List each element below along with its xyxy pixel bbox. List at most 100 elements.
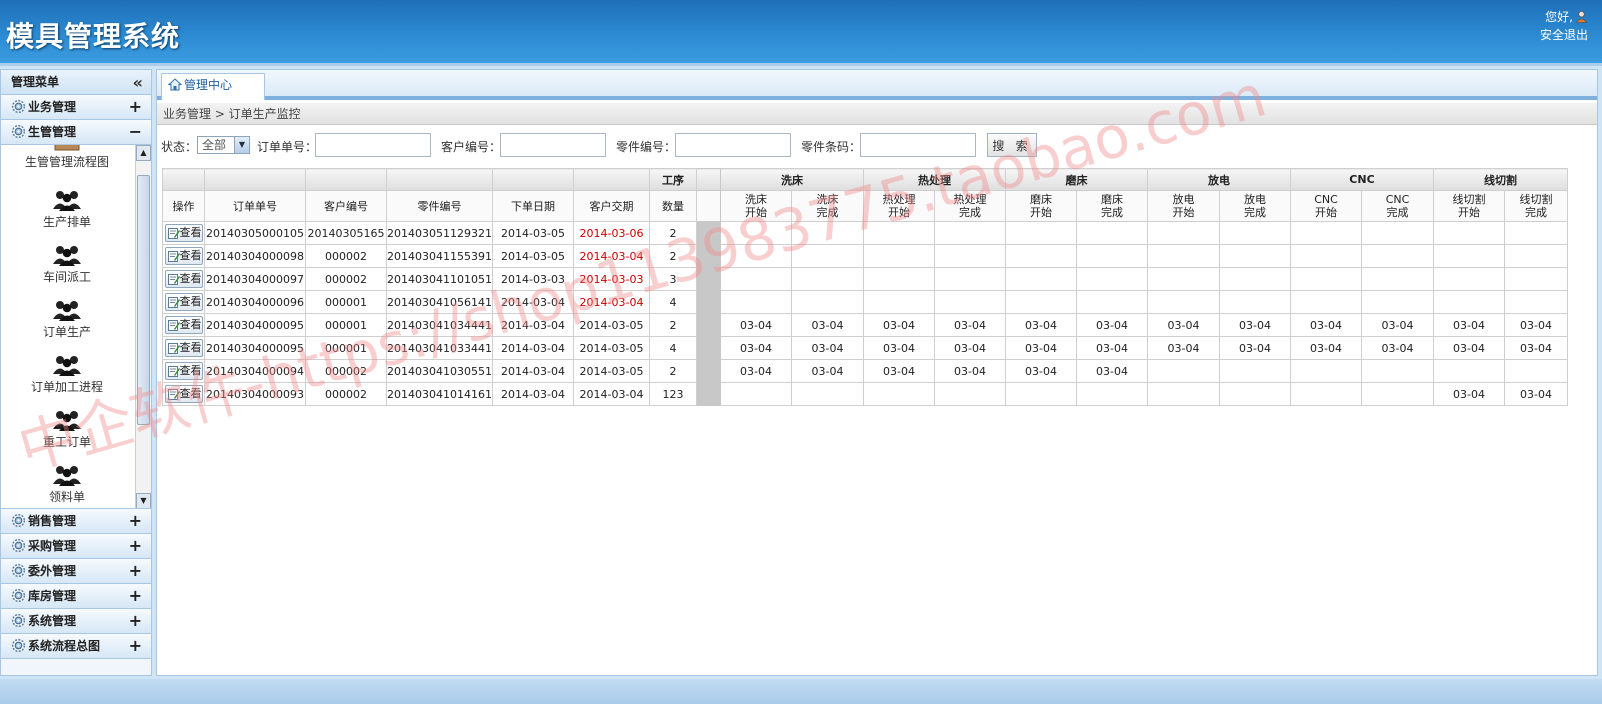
customer-no-cell: 000001 bbox=[305, 336, 387, 360]
expand-toggle-icon[interactable]: + bbox=[129, 534, 142, 558]
step-date-cell: 03-04 bbox=[1503, 382, 1568, 406]
step-column-header: 线切割 开始 bbox=[1432, 190, 1505, 222]
search-button[interactable]: 搜 索 bbox=[987, 133, 1037, 157]
customer-no-input[interactable] bbox=[500, 133, 606, 157]
step-date-cell bbox=[933, 244, 1006, 268]
expand-toggle-icon[interactable]: + bbox=[129, 634, 142, 658]
step-name: 线切割 bbox=[1452, 193, 1486, 206]
step-date-cell: 03-04 bbox=[719, 313, 792, 337]
table-row: 查看 20140304000095 000001 201403041033441 201… bbox=[162, 336, 1568, 360]
view-button-label: 查看 bbox=[179, 387, 202, 400]
part-no-cell: 201403041101051 bbox=[386, 267, 493, 291]
column-separator bbox=[695, 168, 721, 191]
sidebar-group[interactable]: 系统流程总图 + bbox=[1, 634, 151, 659]
sidebar-group[interactable]: 委外管理 + bbox=[1, 559, 151, 584]
expand-toggle-icon[interactable]: − bbox=[129, 120, 142, 144]
step-date-cell bbox=[1004, 382, 1077, 406]
step-date-cell: 03-04 bbox=[1289, 313, 1362, 337]
step-date-cell bbox=[933, 290, 1006, 314]
header-blank bbox=[572, 168, 650, 191]
step-date-cell bbox=[1503, 244, 1568, 268]
sidebar-subitem-label: 领料单 bbox=[48, 490, 85, 504]
scroll-down-icon[interactable]: ▼ bbox=[136, 493, 151, 508]
expand-toggle-icon[interactable]: + bbox=[129, 559, 142, 583]
sidebar-group[interactable]: 生管管理 − bbox=[1, 120, 151, 145]
step-date-cell bbox=[1503, 221, 1568, 245]
order-no-cell: 20140304000094 bbox=[204, 359, 306, 383]
sidebar-subitem-label: 重工订单 bbox=[42, 435, 91, 449]
sidebar-group[interactable]: 采购管理 + bbox=[1, 534, 151, 559]
step-column-header: CNC 开始 bbox=[1289, 190, 1362, 222]
customer-no-cell: 20140305165 bbox=[305, 221, 387, 245]
users-icon bbox=[53, 246, 81, 266]
view-button[interactable]: 查看 bbox=[164, 362, 203, 380]
step-date-cell: 03-04 bbox=[1432, 313, 1505, 337]
view-button[interactable]: 查看 bbox=[164, 247, 203, 265]
sidebar-subitem[interactable]: 订单生产 bbox=[1, 299, 133, 340]
sidebar-group-label: 库房管理 bbox=[28, 589, 77, 603]
action-cell: 查看 bbox=[162, 244, 205, 268]
step-name: 热处理 bbox=[953, 193, 987, 206]
order-no-input[interactable] bbox=[315, 133, 431, 157]
order-date-cell: 2014-03-03 bbox=[491, 267, 574, 291]
gear-icon bbox=[11, 513, 26, 528]
part-no-input[interactable] bbox=[675, 133, 791, 157]
edit-icon bbox=[167, 297, 180, 308]
step-date-cell: 03-04 bbox=[862, 336, 935, 360]
sidebar-subitem[interactable]: 生管管理流程图 bbox=[1, 145, 133, 170]
sidebar-group[interactable]: 业务管理 + bbox=[1, 95, 151, 120]
step-phase: 开始 bbox=[1029, 206, 1052, 219]
step-phase: 完成 bbox=[1243, 206, 1266, 219]
view-button[interactable]: 查看 bbox=[164, 339, 203, 357]
tab-management-center[interactable]: 管理中心 bbox=[161, 73, 265, 100]
view-button[interactable]: 查看 bbox=[164, 385, 203, 403]
app-title: 模具管理系统 bbox=[6, 20, 181, 53]
due-date-cell: 2014-03-03 bbox=[572, 267, 650, 291]
expand-toggle-icon[interactable]: + bbox=[129, 584, 142, 608]
view-button-label: 查看 bbox=[179, 341, 202, 354]
step-date-cell bbox=[719, 290, 792, 314]
status-select[interactable]: 全部 ▼ bbox=[197, 136, 250, 154]
sidebar-group[interactable]: 系统管理 + bbox=[1, 609, 151, 634]
view-button[interactable]: 查看 bbox=[164, 316, 203, 334]
scroll-up-icon[interactable]: ▲ bbox=[136, 145, 151, 161]
submenu-scrollbar[interactable]: ▲ ▼ bbox=[135, 145, 151, 508]
part-no-cell: 201403041155391 bbox=[386, 244, 493, 268]
expand-toggle-icon[interactable]: + bbox=[129, 609, 142, 633]
view-button[interactable]: 查看 bbox=[164, 270, 203, 288]
users-icon bbox=[53, 466, 81, 486]
step-phase: 完成 bbox=[1386, 206, 1409, 219]
part-barcode-input[interactable] bbox=[860, 133, 976, 157]
view-button[interactable]: 查看 bbox=[164, 224, 203, 242]
order-no-cell: 20140304000093 bbox=[204, 382, 306, 406]
step-date-cell bbox=[933, 221, 1006, 245]
users-icon bbox=[53, 301, 81, 321]
step-column-header: 线切割 完成 bbox=[1503, 190, 1568, 222]
step-date-cell: 03-04 bbox=[719, 336, 792, 360]
process-group-header: 线切割 bbox=[1432, 168, 1568, 191]
logout-link[interactable]: 安全退出 bbox=[1540, 26, 1588, 44]
customer-no-cell: 000002 bbox=[305, 359, 387, 383]
action-cell: 查看 bbox=[162, 313, 205, 337]
sidebar-subitem[interactable]: 订单加工进程 bbox=[1, 354, 133, 395]
scroll-thumb[interactable] bbox=[137, 175, 150, 425]
sidebar-group[interactable]: 销售管理 + bbox=[1, 509, 151, 534]
sidebar-subitem[interactable]: 生产排单 bbox=[1, 189, 133, 230]
sidebar-subitem[interactable]: 车间派工 bbox=[1, 244, 133, 285]
sidebar-group[interactable]: 库房管理 + bbox=[1, 584, 151, 609]
sidebar-subitem[interactable]: 领料单 bbox=[1, 464, 133, 505]
step-date-cell bbox=[790, 382, 864, 406]
step-date-cell bbox=[790, 221, 864, 245]
view-button[interactable]: 查看 bbox=[164, 293, 203, 311]
quantity-cell: 3 bbox=[648, 267, 697, 291]
step-column-header: CNC 完成 bbox=[1360, 190, 1434, 222]
step-date-cell bbox=[1360, 382, 1434, 406]
sidebar-subitem[interactable]: 重工订单 bbox=[1, 409, 133, 450]
expand-toggle-icon[interactable]: + bbox=[129, 95, 142, 119]
sidebar-submenu: 生管管理流程图生产排单车间派工订单生产订单加工进程重工订单领料单 ▲ ▼ bbox=[1, 145, 151, 509]
column-separator bbox=[695, 190, 721, 222]
expand-toggle-icon[interactable]: + bbox=[129, 509, 142, 533]
collapse-sidebar-icon[interactable]: « bbox=[133, 70, 143, 95]
greeting-text: 您好, bbox=[1545, 10, 1573, 24]
step-date-cell bbox=[1289, 221, 1362, 245]
